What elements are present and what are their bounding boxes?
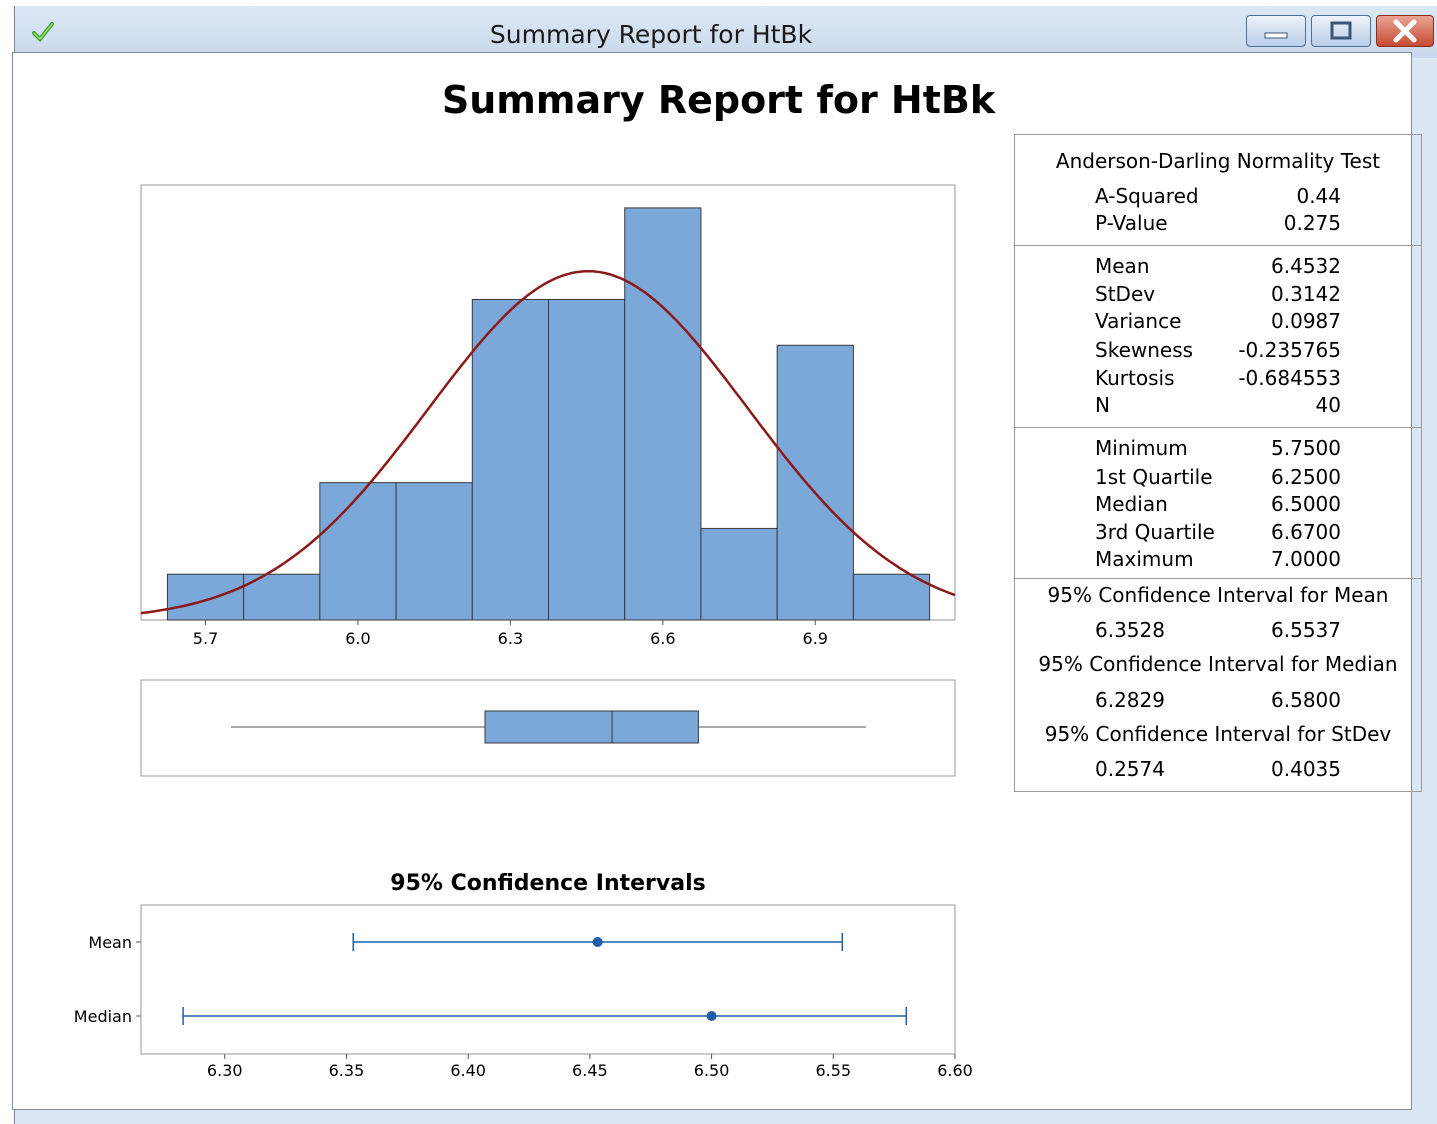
histogram-bar xyxy=(548,298,626,621)
confidence-interval-section: 95% Confidence Interval for Mean 6.3528 6… xyxy=(1015,579,1421,791)
ci-high-value: 6.5800 xyxy=(1271,688,1341,712)
histogram-bar xyxy=(624,207,702,621)
boxplot-chart xyxy=(140,679,956,777)
stat-label: Median xyxy=(1095,492,1168,516)
stat-label: Kurtosis xyxy=(1095,366,1175,390)
stat-label: 3rd Quartile xyxy=(1095,520,1215,544)
histogram-x-tick-label: 6.0 xyxy=(345,629,370,648)
stat-value: -0.684553 xyxy=(1238,366,1341,390)
ci-x-tick-label: 6.45 xyxy=(572,1061,608,1080)
histogram-bar xyxy=(319,482,397,621)
histogram-x-tick-label: 5.7 xyxy=(193,629,218,648)
ci-estimate-point xyxy=(592,937,603,947)
ci-row: 0.2574 0.4035 xyxy=(1015,757,1421,783)
ci-y-label: Mean xyxy=(88,933,132,952)
stat-row: 3rd Quartile 6.6700 xyxy=(1015,520,1421,546)
stat-label: Variance xyxy=(1095,309,1182,333)
stat-value: 0.3142 xyxy=(1271,282,1341,306)
stat-value: 6.6700 xyxy=(1271,520,1341,544)
ci-chart-frame xyxy=(140,904,956,1055)
histogram-chart: 5.7 6.0 6.3 6.6 6.9 xyxy=(140,184,956,648)
ci-mean-header: 95% Confidence Interval for Mean xyxy=(1047,583,1389,607)
stat-label: StDev xyxy=(1095,282,1156,306)
stat-label: 1st Quartile xyxy=(1095,465,1213,489)
stat-label: Skewness xyxy=(1095,338,1194,362)
stat-label: P-Value xyxy=(1095,211,1168,235)
stat-row: A-Squared 0.44 xyxy=(1015,184,1421,210)
ci-x-tick-label: 6.50 xyxy=(694,1061,730,1080)
stat-row: StDev 0.3142 xyxy=(1015,282,1421,308)
stat-row: Kurtosis -0.684553 xyxy=(1015,366,1421,392)
ci-x-tick-label: 6.40 xyxy=(450,1061,486,1080)
stat-value: 6.5000 xyxy=(1271,492,1341,516)
histogram-bar xyxy=(852,573,931,621)
ci-row: 6.3528 6.5537 xyxy=(1015,618,1421,644)
stat-value: 7.0000 xyxy=(1271,547,1341,571)
histogram-bar xyxy=(700,527,778,621)
histogram-x-tick-label: 6.6 xyxy=(650,629,675,648)
normality-section: Anderson-Darling Normality Test A-Square… xyxy=(1015,135,1421,246)
stat-row: 1st Quartile 6.2500 xyxy=(1015,465,1421,491)
stat-label: Mean xyxy=(1095,254,1150,278)
ci-low-value: 0.2574 xyxy=(1095,757,1165,781)
stat-value: -0.235765 xyxy=(1238,338,1341,362)
stat-row: Median 6.5000 xyxy=(1015,492,1421,518)
stat-row: Maximum 7.0000 xyxy=(1015,547,1421,573)
stat-row: Skewness -0.235765 xyxy=(1015,338,1421,364)
stat-value: 5.7500 xyxy=(1271,436,1341,460)
ci-median-header: 95% Confidence Interval for Median xyxy=(1038,652,1398,676)
ci-row: 6.2829 6.5800 xyxy=(1015,688,1421,714)
histogram-bar xyxy=(395,482,473,621)
stat-value: 6.4532 xyxy=(1271,254,1341,278)
ci-x-tick-label: 6.55 xyxy=(815,1061,851,1080)
ci-stdev-header: 95% Confidence Interval for StDev xyxy=(1044,722,1392,746)
ci-x-tick-label: 6.30 xyxy=(207,1061,243,1080)
stat-row: N 40 xyxy=(1015,393,1421,419)
stat-value: 0.44 xyxy=(1296,184,1341,208)
histogram-bar xyxy=(471,298,550,621)
stat-label: Minimum xyxy=(1095,436,1188,460)
stat-row: Minimum 5.7500 xyxy=(1015,436,1421,462)
confidence-interval-chart: Mean Median 6.30 6.35 6.40 6.45 6.50 6.55 6.60 xyxy=(74,904,973,1080)
ci-chart-title: 95% Confidence Intervals xyxy=(390,871,705,896)
stat-value: 0.275 xyxy=(1283,211,1341,235)
boxplot-box xyxy=(484,710,699,744)
ci-estimate-point xyxy=(706,1011,717,1021)
ci-x-tick-label: 6.35 xyxy=(329,1061,365,1080)
stat-value: 40 xyxy=(1315,393,1341,417)
stat-value: 6.2500 xyxy=(1271,465,1341,489)
stat-label: Maximum xyxy=(1095,547,1194,571)
ci-high-value: 6.5537 xyxy=(1271,618,1341,642)
ci-high-value: 0.4035 xyxy=(1271,757,1341,781)
moments-section: Mean 6.4532 StDev 0.3142 Variance 0.0987 Sk… xyxy=(1015,246,1421,428)
ci-low-value: 6.3528 xyxy=(1095,618,1165,642)
stat-label: N xyxy=(1095,393,1110,417)
histogram-bar xyxy=(166,573,245,621)
normality-header: Anderson-Darling Normality Test xyxy=(1055,149,1381,173)
quantiles-section: Minimum 5.7500 1st Quartile 6.2500 Median 6… xyxy=(1015,428,1421,579)
histogram-x-tick-label: 6.9 xyxy=(803,629,828,648)
stat-value: 0.0987 xyxy=(1271,309,1341,333)
histogram-bar xyxy=(776,344,854,621)
stat-row: Mean 6.4532 xyxy=(1015,254,1421,280)
ci-low-value: 6.2829 xyxy=(1095,688,1165,712)
stat-label: A-Squared xyxy=(1095,184,1199,208)
ci-x-tick-label: 6.60 xyxy=(937,1061,973,1080)
stat-row: P-Value 0.275 xyxy=(1015,211,1421,237)
ci-y-label: Median xyxy=(74,1007,132,1026)
histogram-x-tick-label: 6.3 xyxy=(498,629,523,648)
stat-row: Variance 0.0987 xyxy=(1015,309,1421,335)
summary-statistics-table: Anderson-Darling Normality Test A-Square… xyxy=(1014,134,1422,792)
